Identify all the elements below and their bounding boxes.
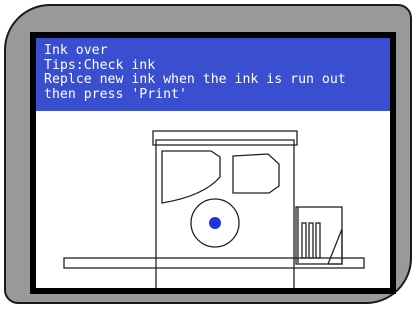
printer-right-window — [232, 153, 280, 194]
alert-instruction-line-1: Replce new ink when the ink is run out — [44, 72, 346, 87]
printer-body — [155, 139, 295, 288]
alert-instruction-line-2: then press 'Print' — [44, 86, 187, 102]
alert-message-panel: Ink over Tips:Check ink Replce new ink w… — [36, 38, 390, 111]
alert-title: Ink over — [44, 43, 108, 58]
printer-left-window — [161, 150, 221, 204]
paper-tray-icon — [327, 228, 343, 265]
printer-base-plate — [63, 257, 365, 269]
printer-illustration — [63, 130, 365, 288]
ink-indicator-dot-icon — [209, 217, 221, 229]
device-bezel: Ink over Tips:Check ink Replce new ink w… — [4, 4, 412, 304]
alert-tip: Tips:Check ink — [44, 57, 156, 73]
display-screen: Ink over Tips:Check ink Replce new ink w… — [30, 32, 396, 294]
printer-lid — [152, 130, 298, 146]
paper-tray-frame — [295, 206, 343, 265]
